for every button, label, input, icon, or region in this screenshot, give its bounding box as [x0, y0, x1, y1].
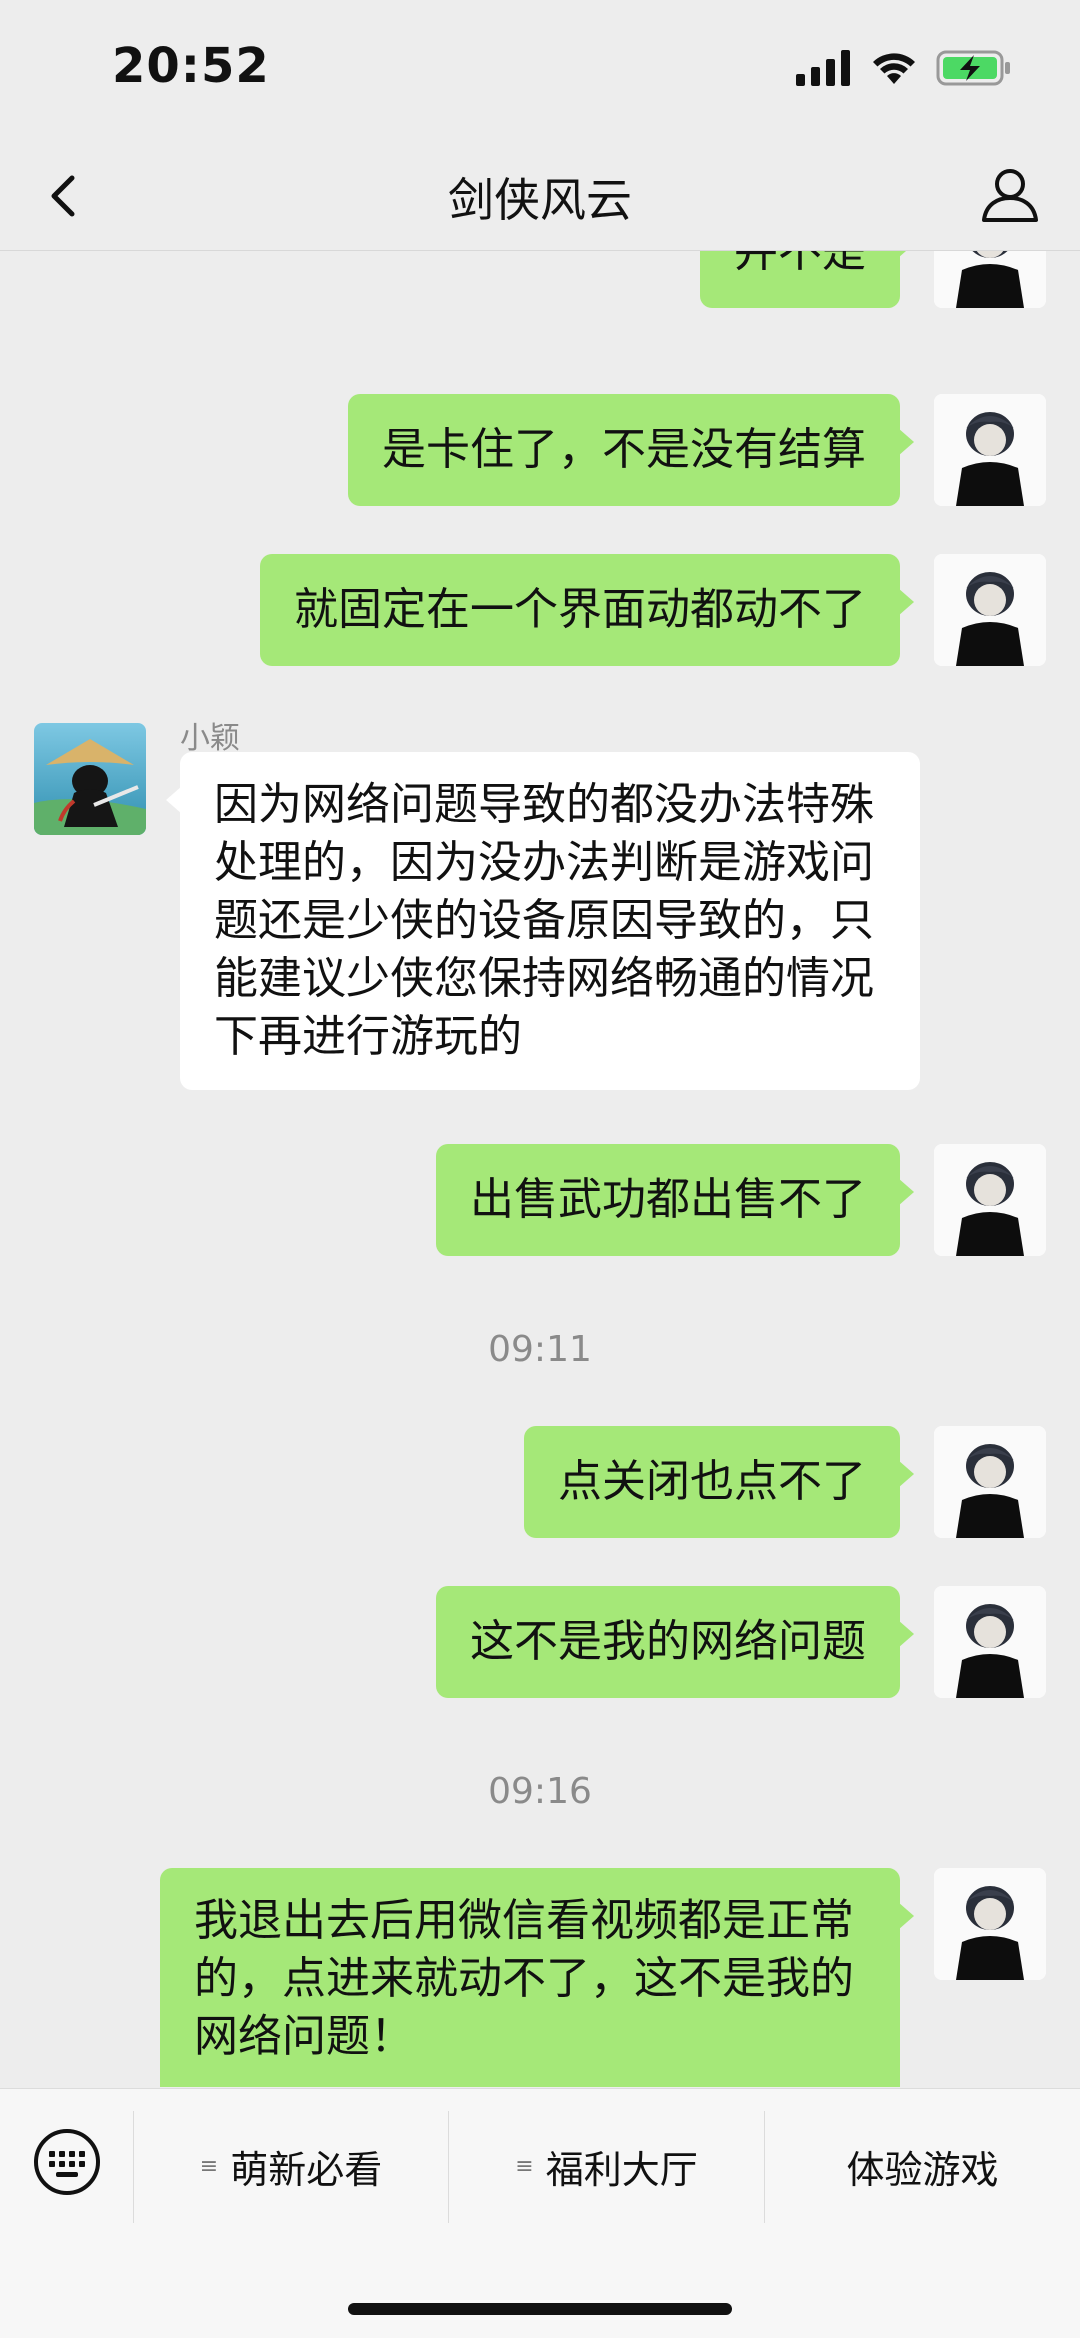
user-avatar[interactable] — [934, 1868, 1046, 1980]
message-timestamp: 09:16 — [488, 1771, 592, 1812]
sent-message-bubble[interactable]: 就固定在一个界面动都动不了 — [260, 554, 914, 666]
message-timestamp: 09:11 — [488, 1329, 592, 1370]
sent-message-bubble[interactable]: 并不是 — [700, 251, 914, 308]
user-avatar[interactable] — [934, 251, 1046, 308]
menu-item-label: 萌新必看 — [230, 2147, 383, 2192]
sent-message-bubble[interactable]: 是卡住了，不是没有结算 — [348, 394, 914, 506]
sender-name: 小颖 — [180, 721, 240, 756]
status-time: 20:52 — [112, 38, 270, 94]
sent-message-bubble[interactable]: 我退出去后用微信看视频都是正常的，点进来就动不了，这不是我的网络问题！ — [160, 1868, 914, 2087]
status-bar: 20:52 — [0, 0, 1080, 140]
message-row: 小颖 因为网络问题导致的都没办法特殊处理的，因为没办法判断是游戏问题还是少侠的设… — [0, 713, 1080, 1090]
contact-avatar[interactable] — [34, 723, 146, 835]
message-row: 出售武功都出售不了 — [0, 1144, 1080, 1294]
chat-area[interactable]: 并不是 是卡住了，不是没有结算 就固定在一个界面动都动不了 小颖 因为网络问题导… — [0, 251, 1080, 2087]
chat-title: 剑侠风云 — [448, 173, 632, 227]
wifi-icon — [873, 53, 915, 84]
menu-item-label: 福利大厅 — [545, 2147, 698, 2192]
user-avatar[interactable] — [934, 1586, 1046, 1698]
sent-message-bubble[interactable]: 这不是我的网络问题 — [436, 1586, 914, 1698]
person-icon[interactable] — [978, 162, 1042, 226]
battery-charging-icon — [936, 50, 1010, 86]
message-row: 这不是我的网络问题 — [0, 1586, 1080, 1736]
nav-bar: 剑侠风云 — [0, 140, 1080, 251]
sent-message-bubble[interactable]: 出售武功都出售不了 — [436, 1144, 914, 1256]
received-message-bubble[interactable]: 因为网络问题导致的都没办法特殊处理的，因为没办法判断是游戏问题还是少侠的设备原因… — [166, 752, 920, 1090]
user-avatar[interactable] — [934, 1426, 1046, 1538]
bottom-menu-bar: ≡ 萌新必看 ≡ 福利大厅 体验游戏 — [0, 2088, 1080, 2338]
message-row: 点关闭也点不了 — [0, 1426, 1080, 1576]
message-row: 是卡住了，不是没有结算 — [0, 394, 1080, 544]
sent-message-bubble[interactable]: 点关闭也点不了 — [524, 1426, 914, 1538]
menu-item-label: 体验游戏 — [846, 2147, 999, 2192]
status-icons — [796, 50, 1012, 86]
message-row: 并不是 — [0, 251, 1080, 346]
home-indicator[interactable] — [348, 2303, 732, 2315]
menu-item-newbie[interactable]: ≡ 萌新必看 — [134, 2111, 448, 2221]
user-avatar[interactable] — [934, 394, 1046, 506]
menu-item-welfare[interactable]: ≡ 福利大厅 — [449, 2111, 764, 2221]
cellular-signal-icon — [796, 50, 850, 86]
message-row: 我退出去后用微信看视频都是正常的，点进来就动不了，这不是我的网络问题！ — [0, 1868, 1080, 2087]
submenu-icon: ≡ — [515, 2153, 534, 2179]
menu-item-try-game[interactable]: 体验游戏 — [765, 2111, 1080, 2221]
keyboard-icon[interactable] — [32, 2127, 102, 2197]
submenu-icon: ≡ — [199, 2153, 219, 2179]
user-avatar[interactable] — [934, 554, 1046, 666]
user-avatar[interactable] — [934, 1144, 1046, 1256]
message-row: 就固定在一个界面动都动不了 — [0, 554, 1080, 704]
